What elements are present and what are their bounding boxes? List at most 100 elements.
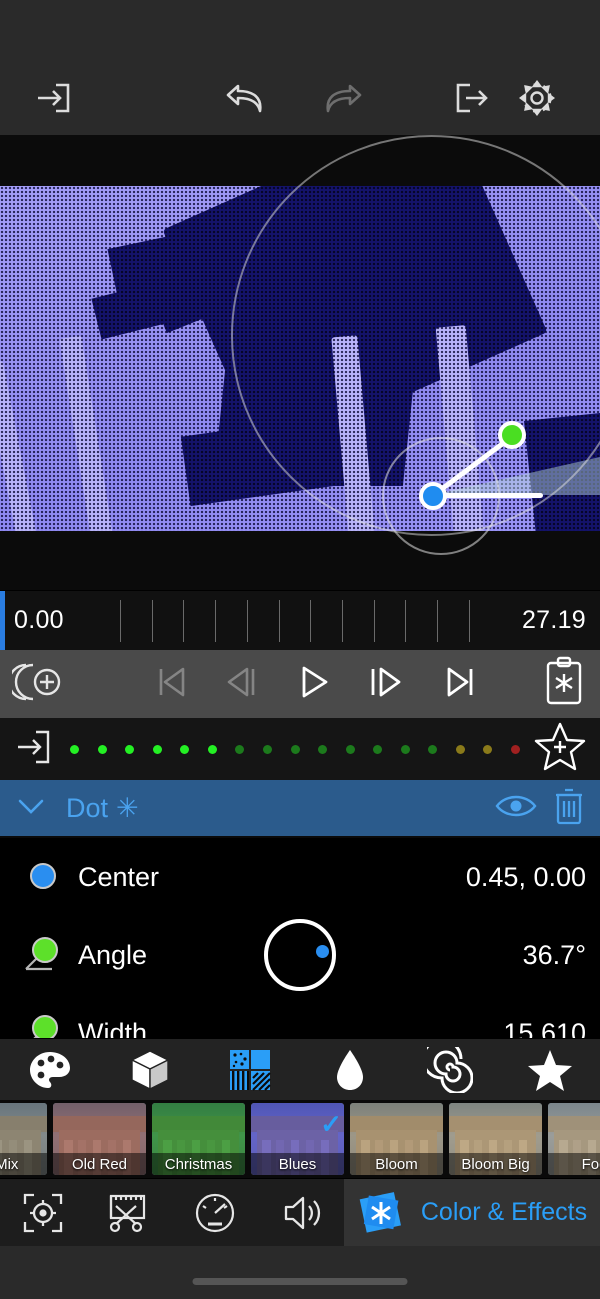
parameter-value[interactable]: 0.45, 0.00 [466,862,586,893]
preset-label: Christmas [152,1153,245,1175]
home-indicator[interactable] [192,1278,408,1285]
effect-header[interactable]: Dot ✳ [0,780,600,838]
collapse-button[interactable] [14,793,48,824]
add-layer-button[interactable] [7,659,68,710]
angle-marker-icon [20,931,68,979]
step-forward-icon [371,667,400,696]
skip-to-start-icon [159,667,185,696]
transform-icon [23,1193,63,1232]
play-button[interactable] [293,663,333,706]
preset-thumbnail-strip[interactable]: e Mix Old Red Christmas Blues ✓ Bloom Bloom Bi… [0,1100,600,1178]
preset-label: Bloom [350,1153,443,1175]
keyframe-dot[interactable] [152,744,162,754]
tool-speed[interactable] [172,1179,258,1246]
tab-cube-3d[interactable] [115,1039,185,1101]
angle-dial-knob[interactable] [316,945,329,958]
star-add-icon [534,722,586,770]
effect-delete-button[interactable] [552,786,586,831]
keyframe-dot[interactable] [428,744,438,754]
top-toolbar [0,60,600,135]
width-marker-icon [20,1009,68,1038]
bottom-toolbar: Color & Effects [0,1178,600,1246]
tool-trim[interactable] [86,1179,172,1246]
tab-droplet[interactable] [315,1039,385,1101]
keyframe-dot[interactable] [400,744,410,754]
skip-end-button[interactable] [440,663,480,706]
app-root: 0.00 27.19 Dot ✳ Center 0.45, 0.00 Angle… [0,0,600,1299]
tool-color-effects-label: Color & Effects [420,1198,588,1226]
tab-spiral[interactable] [415,1039,485,1101]
add-keyframe-button[interactable] [532,720,588,779]
keyframe-dot[interactable] [318,744,328,754]
tiles-icon [230,1049,271,1091]
parameter-label: Center [78,861,160,892]
keyframe-dot[interactable] [207,744,217,754]
preset-thumbnail[interactable]: Blues ✓ [251,1103,344,1175]
keyframe-dot[interactable] [125,744,135,754]
keyframe-dot[interactable] [511,744,520,754]
chevron-down-icon [18,799,44,814]
keyframe-dot[interactable] [290,744,300,754]
preset-thumbnail[interactable]: e Mix [0,1103,47,1175]
preset-label: Fog [548,1153,600,1175]
angle-dial[interactable] [264,919,336,991]
preset-thumbnail[interactable]: Christmas [152,1103,245,1175]
step-backward-icon [227,667,254,696]
preset-thumbnail[interactable]: Old Red [53,1103,146,1175]
redo-button[interactable] [320,78,364,118]
droplet-icon [337,1049,363,1090]
import-icon [38,83,70,112]
undo-button[interactable] [224,78,268,118]
tab-patterns[interactable] [215,1039,285,1101]
keyframe-dot[interactable] [373,744,383,754]
tool-audio[interactable] [258,1179,344,1246]
preset-label: e Mix [0,1153,47,1175]
tab-color-palette[interactable] [15,1039,85,1101]
keyframe-dot[interactable] [180,744,190,754]
tool-transform[interactable] [0,1179,86,1246]
video-frame[interactable] [0,186,600,531]
import-keyframes-icon [18,730,50,763]
keyframe-dot[interactable] [262,744,272,754]
play-icon [302,666,328,697]
tab-star[interactable] [515,1039,585,1101]
playhead[interactable] [0,591,5,651]
keyframe-dot[interactable] [70,744,79,754]
effects-clipboard-button[interactable] [540,655,588,714]
keyframe-import-button[interactable] [14,726,54,773]
keyframe-dot[interactable] [235,744,245,754]
skip-start-button[interactable] [150,663,190,706]
keyframe-track[interactable] [0,718,600,780]
preset-label: Old Red [53,1153,146,1175]
step-forward-button[interactable] [365,663,409,706]
current-time: 0.00 [14,606,64,634]
preview-stage[interactable] [0,135,600,590]
keyframe-dots[interactable] [70,718,520,780]
keyframe-dot[interactable] [345,744,355,754]
keyframe-dot[interactable] [483,744,493,754]
parameter-row-center[interactable]: Center 0.45, 0.00 [0,838,600,916]
undo-icon [226,84,262,112]
parameter-row-angle[interactable]: Angle 36.7° [0,916,600,994]
preset-thumbnail[interactable]: Fog [548,1103,600,1175]
keyframe-dot[interactable] [97,744,107,754]
effect-title: Dot ✳ [66,793,139,824]
keyframe-dot[interactable] [455,744,465,754]
spiral-icon [427,1046,473,1093]
preset-thumbnail[interactable]: Bloom [350,1103,443,1175]
tool-color-effects[interactable]: Color & Effects [344,1179,600,1246]
settings-button[interactable] [516,77,558,119]
parameter-value[interactable]: 36.7° [523,940,586,971]
parameter-value[interactable]: 15.610 [503,1018,586,1039]
color-effects-icon [359,1191,401,1233]
timeline-ruler[interactable]: 0.00 27.19 [0,590,600,651]
playback-controls [150,663,480,706]
export-button[interactable] [450,77,492,119]
effect-visibility-button[interactable] [494,791,538,826]
export-icon [456,83,488,112]
import-button[interactable] [32,77,74,119]
step-back-button[interactable] [222,663,262,706]
parameter-row-width[interactable]: Width 15.610 [0,994,600,1038]
home-indicator-area [0,1246,600,1299]
preset-thumbnail[interactable]: Bloom Big [449,1103,542,1175]
